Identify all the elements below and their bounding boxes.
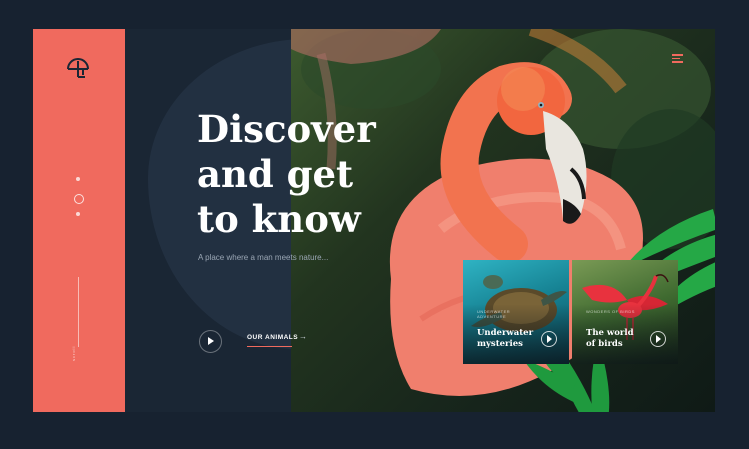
cta-underline <box>247 346 292 347</box>
headline-line: and get <box>197 152 354 196</box>
chevron-right-icon[interactable] <box>650 331 666 347</box>
our-animals-link[interactable]: OUR ANIMALS <box>247 334 298 341</box>
card-title: The world of birds <box>586 328 634 349</box>
card-title: Underwater mysteries <box>477 328 534 349</box>
slider-dot[interactable] <box>76 212 80 216</box>
scroll-label: scroll <box>71 345 76 361</box>
page-frame: scroll Discover and get to know A place … <box>33 29 715 412</box>
arrow-right-icon[interactable]: → <box>299 332 307 341</box>
card-eyebrow: UNDERWATER ADVENTURE <box>477 309 511 319</box>
slider-dot-active[interactable] <box>74 194 84 204</box>
hero-headline: Discover and get to know <box>197 107 376 242</box>
headline-line: to know <box>197 197 361 241</box>
play-icon[interactable] <box>199 330 222 353</box>
headline-line: Discover <box>197 107 376 151</box>
slider-dot[interactable] <box>76 177 80 181</box>
scroll-line <box>78 277 79 347</box>
hamburger-menu-icon[interactable] <box>672 54 683 65</box>
card-birds[interactable]: WONDERS OF BIRDS The world of birds <box>572 260 678 364</box>
hero-tagline: A place where a man meets nature... <box>198 253 329 262</box>
card-underwater[interactable]: UNDERWATER ADVENTURE Underwater mysterie… <box>463 260 569 364</box>
chevron-right-icon[interactable] <box>541 331 557 347</box>
zoo-logo-icon[interactable] <box>65 55 91 81</box>
card-eyebrow: WONDERS OF BIRDS <box>586 309 635 314</box>
sidebar: scroll <box>33 29 125 412</box>
